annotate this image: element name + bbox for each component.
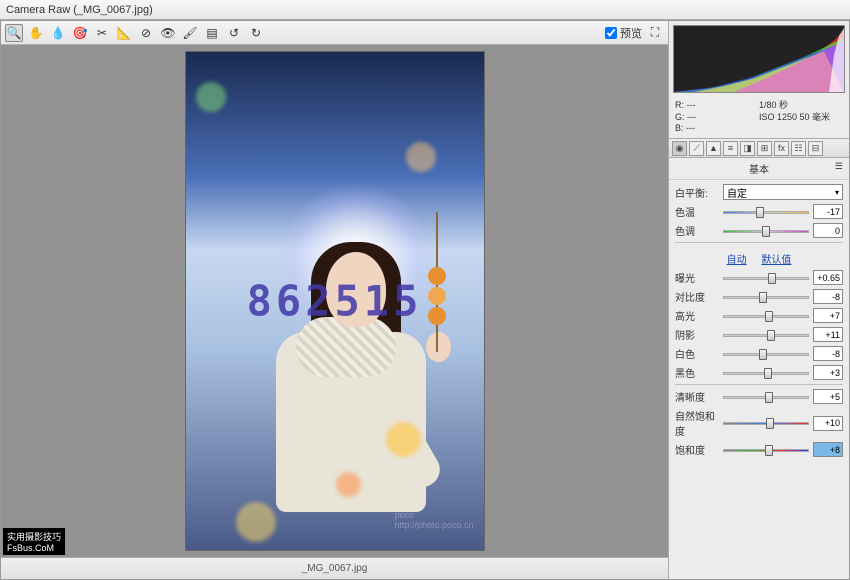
highlights-slider[interactable] bbox=[723, 309, 809, 323]
panel-tabs: ◉ ⟋ ▲ ≡ ◨ ⊞ fx ☷ ⊟ bbox=[669, 138, 849, 158]
meta-r: R: --- bbox=[675, 100, 759, 112]
photo-preview: poco http://photo.poco.cn 862515 bbox=[185, 51, 485, 551]
contrast-label: 对比度 bbox=[675, 289, 723, 304]
toolbar: 🔍 ✋ 💧 🎯 ✂ 📐 ⊘ 👁 🖌 ▤ ↺ ↻ 预览 ⛶ bbox=[1, 21, 668, 45]
overlay-text: 862515 bbox=[247, 277, 423, 326]
shadows-value[interactable]: +11 bbox=[813, 327, 843, 342]
fullscreen-icon[interactable]: ⛶ bbox=[646, 24, 664, 42]
whites-slider[interactable] bbox=[723, 347, 809, 361]
panel-title: 基本 bbox=[669, 158, 849, 180]
shadows-slider[interactable] bbox=[723, 328, 809, 342]
exposure-slider[interactable] bbox=[723, 271, 809, 285]
main-area: 🔍 ✋ 💧 🎯 ✂ 📐 ⊘ 👁 🖌 ▤ ↺ ↻ 预览 ⛶ bbox=[1, 21, 669, 579]
filmstrip: _MG_0067.jpg bbox=[1, 557, 668, 579]
straighten-tool-icon[interactable]: 📐 bbox=[115, 24, 133, 42]
vibrance-slider[interactable] bbox=[723, 416, 809, 430]
color-sampler-icon[interactable]: 🎯 bbox=[71, 24, 89, 42]
meta-shutter: 1/80 秒 bbox=[759, 100, 843, 112]
tab-preset-icon[interactable]: ⊟ bbox=[808, 141, 823, 156]
tab-curve-icon[interactable]: ⟋ bbox=[689, 141, 704, 156]
crop-tool-icon[interactable]: ✂ bbox=[93, 24, 111, 42]
app-body: 🔍 ✋ 💧 🎯 ✂ 📐 ⊘ 👁 🖌 ▤ ↺ ↻ 预览 ⛶ bbox=[0, 20, 850, 580]
vibrance-label: 自然饱和度 bbox=[675, 408, 723, 438]
clarity-value[interactable]: +5 bbox=[813, 389, 843, 404]
app-window: Camera Raw (_MG_0067.jpg) 🔍 ✋ 💧 🎯 ✂ 📐 ⊘ … bbox=[0, 0, 850, 580]
tab-detail-icon[interactable]: ▲ bbox=[706, 141, 721, 156]
rotate-cw-icon[interactable]: ↻ bbox=[247, 24, 265, 42]
clarity-slider[interactable] bbox=[723, 390, 809, 404]
window-title: Camera Raw (_MG_0067.jpg) bbox=[6, 4, 153, 16]
saturation-label: 饱和度 bbox=[675, 442, 723, 457]
meta-iso: ISO 1250 50 毫米 bbox=[759, 112, 843, 124]
temp-value[interactable]: -17 bbox=[813, 204, 843, 219]
saturation-value[interactable]: +8 bbox=[813, 442, 843, 457]
hand-tool-icon[interactable]: ✋ bbox=[27, 24, 45, 42]
highlights-value[interactable]: +7 bbox=[813, 308, 843, 323]
canvas[interactable]: poco http://photo.poco.cn 862515 实用摄影技巧 … bbox=[1, 45, 668, 557]
vibrance-value[interactable]: +10 bbox=[813, 416, 843, 431]
temp-label: 色温 bbox=[675, 204, 723, 219]
adjust-brush-icon[interactable]: 🖌 bbox=[181, 24, 199, 42]
auto-links: 自动 默认值 bbox=[675, 247, 843, 270]
wb-label: 白平衡: bbox=[675, 185, 723, 200]
whites-label: 白色 bbox=[675, 346, 723, 361]
preview-label: 预览 bbox=[620, 25, 642, 41]
clarity-label: 清晰度 bbox=[675, 389, 723, 404]
contrast-value[interactable]: -8 bbox=[813, 289, 843, 304]
redeye-tool-icon[interactable]: 👁 bbox=[159, 24, 177, 42]
auto-link[interactable]: 自动 bbox=[727, 255, 747, 266]
tint-slider[interactable] bbox=[723, 224, 809, 238]
spot-tool-icon[interactable]: ⊘ bbox=[137, 24, 155, 42]
contrast-slider[interactable] bbox=[723, 290, 809, 304]
exposure-label: 曝光 bbox=[675, 270, 723, 285]
wb-select[interactable]: 自定 bbox=[723, 184, 843, 200]
tint-label: 色调 bbox=[675, 223, 723, 238]
metadata: R: --- G: --- B: --- 1/80 秒 ISO 1250 50 … bbox=[669, 97, 849, 138]
whites-value[interactable]: -8 bbox=[813, 346, 843, 361]
tab-lens-icon[interactable]: ⊞ bbox=[757, 141, 772, 156]
tab-hsl-icon[interactable]: ≡ bbox=[723, 141, 738, 156]
zoom-tool-icon[interactable]: 🔍 bbox=[5, 24, 23, 42]
preview-checkbox[interactable]: 预览 bbox=[605, 25, 642, 41]
exposure-value[interactable]: +0.65 bbox=[813, 270, 843, 285]
wb-tool-icon[interactable]: 💧 bbox=[49, 24, 67, 42]
blacks-label: 黑色 bbox=[675, 365, 723, 380]
tab-split-icon[interactable]: ◨ bbox=[740, 141, 755, 156]
meta-b: B: --- bbox=[675, 123, 759, 135]
rotate-ccw-icon[interactable]: ↺ bbox=[225, 24, 243, 42]
shadows-label: 阴影 bbox=[675, 327, 723, 342]
tab-basic-icon[interactable]: ◉ bbox=[672, 141, 687, 156]
corner-watermark: 实用摄影技巧 FsBus.CoM bbox=[3, 528, 65, 555]
titlebar: Camera Raw (_MG_0067.jpg) bbox=[0, 0, 850, 20]
highlights-label: 高光 bbox=[675, 308, 723, 323]
filename-label: _MG_0067.jpg bbox=[302, 563, 368, 574]
saturation-slider[interactable] bbox=[723, 443, 809, 457]
photo-watermark: poco http://photo.poco.cn bbox=[394, 510, 473, 530]
side-panel: R: --- G: --- B: --- 1/80 秒 ISO 1250 50 … bbox=[669, 21, 849, 579]
temp-slider[interactable] bbox=[723, 205, 809, 219]
blacks-slider[interactable] bbox=[723, 366, 809, 380]
tab-calib-icon[interactable]: ☷ bbox=[791, 141, 806, 156]
blacks-value[interactable]: +3 bbox=[813, 365, 843, 380]
tab-fx-icon[interactable]: fx bbox=[774, 141, 789, 156]
default-link[interactable]: 默认值 bbox=[761, 255, 791, 266]
tint-value[interactable]: 0 bbox=[813, 223, 843, 238]
histogram[interactable] bbox=[673, 25, 845, 93]
grad-filter-icon[interactable]: ▤ bbox=[203, 24, 221, 42]
preview-checkbox-input[interactable] bbox=[605, 27, 617, 39]
meta-g: G: --- bbox=[675, 112, 759, 124]
basic-panel: 白平衡: 自定 色温 -17 色调 0 自动 默认值 bbox=[669, 180, 849, 465]
